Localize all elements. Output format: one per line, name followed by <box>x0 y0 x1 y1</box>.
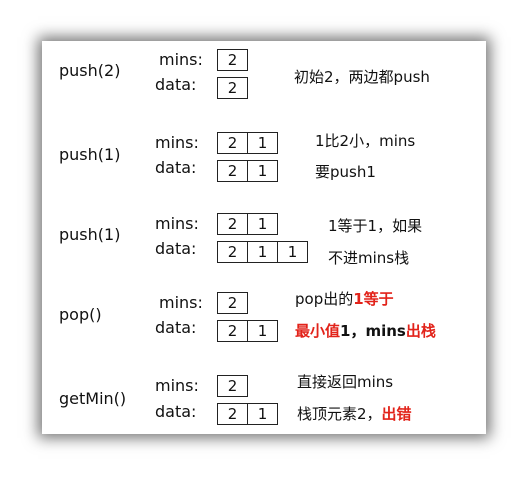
data-label: data: <box>155 402 197 421</box>
note-text: 直接返回mins <box>297 373 394 391</box>
note-line-1: pop出的1等于 <box>295 292 394 307</box>
mins-label: mins: <box>159 293 203 312</box>
data-label: data: <box>155 318 197 337</box>
mins-cell: 2 <box>217 292 248 314</box>
diagram-card: push(2) mins: data: 2 2 初始2，两边都push push… <box>42 41 486 434</box>
note-line-1: 1等于1，如果 <box>328 219 422 234</box>
mins-cell: 2 <box>217 132 248 154</box>
note-line-1: 初始2，两边都push <box>294 70 430 85</box>
mins-cell: 1 <box>247 132 278 154</box>
diagram-stage: push(2) mins: data: 2 2 初始2，两边都push push… <box>0 0 528 478</box>
mins-cell: 2 <box>217 213 248 235</box>
operation-label: push(1) <box>59 145 121 164</box>
mins-cell: 2 <box>217 49 248 71</box>
operation-label: getMin() <box>59 389 127 408</box>
data-cell: 2 <box>217 241 248 263</box>
data-cell: 2 <box>217 403 248 425</box>
note-text: 要push1 <box>315 163 376 181</box>
mins-label: mins: <box>155 133 199 152</box>
data-label: data: <box>155 239 197 258</box>
data-cell: 1 <box>247 403 278 425</box>
data-cell: 2 <box>217 320 248 342</box>
note-line-2: 要push1 <box>315 165 376 180</box>
note-text: 不进mins栈 <box>328 249 410 267</box>
data-cell: 2 <box>217 160 248 182</box>
mins-label: mins: <box>155 376 199 395</box>
note-text: 初始2，两边都push <box>294 68 430 86</box>
note-text: 1等于1，如果 <box>328 217 423 235</box>
data-label: data: <box>155 75 197 94</box>
note-text: 栈顶元素2， <box>297 405 382 423</box>
mins-label: mins: <box>159 50 203 69</box>
note-line-1: 1比2小，mins <box>315 134 415 149</box>
data-cell: 1 <box>247 160 278 182</box>
data-cell: 2 <box>217 77 248 99</box>
note-line-2: 最小值1，mins出栈 <box>295 324 436 339</box>
note-highlight: 出栈 <box>405 322 436 340</box>
mins-cell: 1 <box>247 213 278 235</box>
data-cell: 1 <box>247 241 278 263</box>
mins-label: mins: <box>155 214 199 233</box>
data-label: data: <box>155 158 197 177</box>
data-cell: 1 <box>277 241 308 263</box>
note-text: 1比2小，mins <box>315 132 416 150</box>
note-text: 1，mins <box>340 322 406 340</box>
note-line-1: 直接返回mins <box>297 375 393 390</box>
note-highlight: 最小值 <box>295 322 341 340</box>
note-line-2: 不进mins栈 <box>328 251 409 266</box>
note-line-2: 栈顶元素2，出错 <box>297 407 412 422</box>
operation-label: push(2) <box>59 61 121 80</box>
operation-label: push(1) <box>59 225 121 244</box>
note-highlight: 1等于 <box>353 290 394 308</box>
note-highlight: 出错 <box>381 405 412 423</box>
note-text: pop出的 <box>295 290 354 308</box>
data-cell: 1 <box>247 320 278 342</box>
mins-cell: 2 <box>217 375 248 397</box>
operation-label: pop() <box>59 305 102 324</box>
